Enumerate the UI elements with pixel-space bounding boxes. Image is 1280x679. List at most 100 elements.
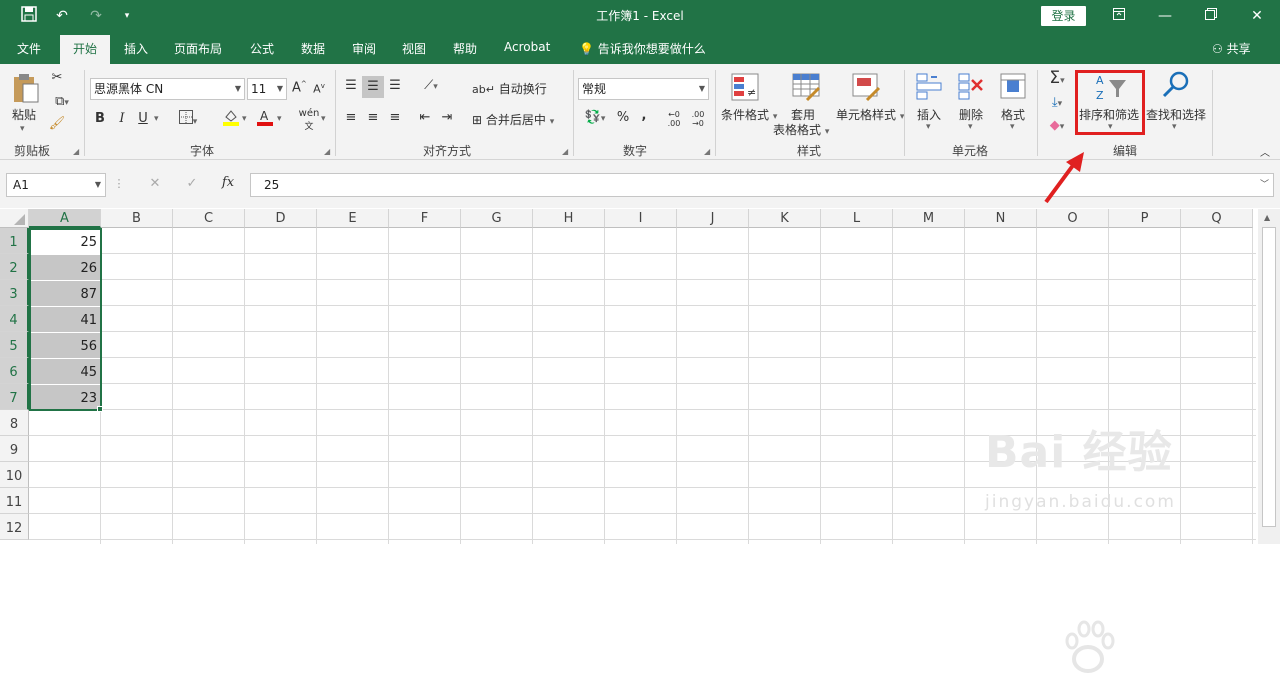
align-middle-icon[interactable]: ☰ (362, 76, 384, 98)
bold-button[interactable]: B (94, 111, 106, 126)
column-header-a[interactable]: A (29, 209, 101, 228)
paste-dropdown-icon[interactable]: ▾ (20, 124, 25, 134)
share-button[interactable]: ⚇ 共享 (1212, 40, 1251, 57)
accounting-format-icon[interactable]: 💱▾ (580, 110, 610, 125)
find-select-button[interactable]: 查找和选择 (1146, 106, 1206, 123)
copy-icon[interactable]: ⧉▾ (48, 94, 76, 109)
tab-view[interactable]: 视图 (402, 40, 426, 57)
align-top-icon[interactable]: ☰ (343, 78, 359, 93)
alignment-launcher-icon[interactable]: ◢ (562, 147, 568, 156)
tab-formulas[interactable]: 公式 (250, 40, 274, 57)
decrease-font-icon[interactable]: Av (312, 82, 326, 96)
column-header[interactable]: N (965, 209, 1037, 228)
row-header[interactable]: 1 (0, 228, 29, 254)
font-name-select[interactable]: 思源黑体 CN ▼ (90, 78, 245, 100)
insert-dropdown-icon[interactable]: ▾ (926, 122, 931, 132)
select-all-corner[interactable] (0, 209, 29, 228)
font-size-select[interactable]: 11 ▼ (247, 78, 287, 100)
format-as-table-button[interactable]: 表格格式 ▾ (773, 121, 829, 138)
tab-insert[interactable]: 插入 (124, 40, 148, 57)
cut-icon[interactable]: ✂ (48, 70, 66, 85)
row-header[interactable]: 11 (0, 488, 29, 514)
collapse-ribbon-icon[interactable]: ︿ (1258, 144, 1272, 159)
autosum-icon[interactable]: Σ▾ (1044, 68, 1070, 88)
merge-center-button[interactable]: ⊞ 合并后居中 ▾ (472, 111, 554, 128)
phonetic-dropdown-icon[interactable]: ▾ (321, 114, 326, 124)
row-header[interactable]: 5 (0, 332, 29, 358)
vertical-scrollbar[interactable]: ▲ (1258, 209, 1280, 544)
enter-icon[interactable]: ✓ (182, 176, 202, 191)
italic-button[interactable]: I (116, 111, 128, 126)
cell-styles-button[interactable]: 单元格样式 ▾ (836, 106, 904, 123)
font-color-icon[interactable]: A (256, 108, 274, 130)
decrease-decimal-icon[interactable]: .00 →0 (688, 110, 708, 128)
row-header[interactable]: 10 (0, 462, 29, 488)
font-launcher-icon[interactable]: ◢ (324, 147, 330, 156)
column-header[interactable]: H (533, 209, 605, 228)
number-format-select[interactable]: 常规 ▼ (578, 78, 709, 100)
column-header[interactable]: P (1109, 209, 1181, 228)
format-painter-icon[interactable]: 🖌 (48, 116, 66, 131)
tab-acrobat[interactable]: Acrobat (504, 40, 550, 54)
fill-handle[interactable] (97, 406, 103, 412)
tab-data[interactable]: 数据 (301, 40, 325, 57)
column-header[interactable]: E (317, 209, 389, 228)
column-header[interactable]: G (461, 209, 533, 228)
format-dropdown-icon[interactable]: ▾ (1010, 122, 1015, 132)
tab-home[interactable]: 开始 (60, 35, 111, 64)
align-left-icon[interactable]: ≡ (343, 110, 359, 125)
wrap-text-button[interactable]: ab↵ 自动换行 (472, 80, 547, 97)
number-launcher-icon[interactable]: ◢ (704, 147, 710, 156)
fill-color-icon[interactable] (222, 108, 240, 130)
column-header[interactable]: L (821, 209, 893, 228)
increase-indent-icon[interactable]: ⇥ (438, 110, 456, 125)
orientation-icon[interactable]: ⟋▾ (418, 78, 444, 93)
column-header[interactable]: I (605, 209, 677, 228)
row-header[interactable]: 2 (0, 254, 29, 280)
row-header[interactable]: 4 (0, 306, 29, 332)
row-header[interactable]: 7 (0, 384, 29, 410)
scroll-up-icon[interactable]: ▲ (1264, 213, 1270, 222)
close-icon[interactable]: ✕ (1234, 5, 1280, 27)
comma-style-button[interactable]: , (638, 108, 650, 123)
column-header[interactable]: B (101, 209, 173, 228)
column-header[interactable]: M (893, 209, 965, 228)
insert-cells-button[interactable]: 插入 (917, 106, 941, 123)
find-select-dropdown-icon[interactable]: ▾ (1172, 122, 1177, 132)
clear-icon[interactable]: ◆▾ (1044, 118, 1070, 133)
row-header[interactable]: 6 (0, 358, 29, 384)
column-header[interactable]: C (173, 209, 245, 228)
tab-help[interactable]: 帮助 (453, 40, 477, 57)
formula-input[interactable]: 25 ﹀ (250, 173, 1274, 197)
paste-button[interactable]: 粘贴 (12, 106, 36, 123)
increase-decimal-icon[interactable]: ←0.00 (664, 110, 684, 128)
underline-dropdown-icon[interactable]: ▾ (154, 114, 159, 124)
fill-icon[interactable]: ⤓▾ (1044, 95, 1070, 110)
tell-me-search[interactable]: 💡 告诉我你想要做什么 (579, 40, 706, 57)
align-bottom-icon[interactable]: ☰ (387, 78, 403, 93)
scrollbar-thumb[interactable] (1262, 227, 1276, 527)
row-header[interactable]: 8 (0, 410, 29, 436)
tab-page-layout[interactable]: 页面布局 (174, 40, 222, 57)
clipboard-launcher-icon[interactable]: ◢ (73, 147, 79, 156)
drag-handle-icon[interactable]: ⋮ (113, 177, 125, 190)
borders-icon[interactable]: ▾ (176, 110, 200, 128)
underline-button[interactable]: U (137, 111, 149, 126)
tab-file[interactable]: 文件 (17, 40, 41, 57)
row-header[interactable]: 3 (0, 280, 29, 306)
column-header[interactable]: D (245, 209, 317, 228)
paste-icon[interactable] (10, 72, 42, 106)
insert-function-button[interactable]: fx (218, 175, 238, 190)
decrease-indent-icon[interactable]: ⇤ (416, 110, 434, 125)
minimize-icon[interactable]: — (1142, 5, 1188, 27)
format-cells-button[interactable]: 格式 (1001, 106, 1025, 123)
column-header[interactable]: K (749, 209, 821, 228)
conditional-formatting-button[interactable]: 条件格式 ▾ (721, 106, 777, 123)
tab-review[interactable]: 审阅 (352, 40, 376, 57)
name-box[interactable]: A1 ▼ (6, 173, 106, 197)
row-header[interactable]: 9 (0, 436, 29, 462)
row-header[interactable]: 12 (0, 514, 29, 540)
increase-font-icon[interactable]: A^ (292, 80, 307, 95)
column-header[interactable]: F (389, 209, 461, 228)
phonetic-icon[interactable]: wén 文 (298, 108, 320, 132)
